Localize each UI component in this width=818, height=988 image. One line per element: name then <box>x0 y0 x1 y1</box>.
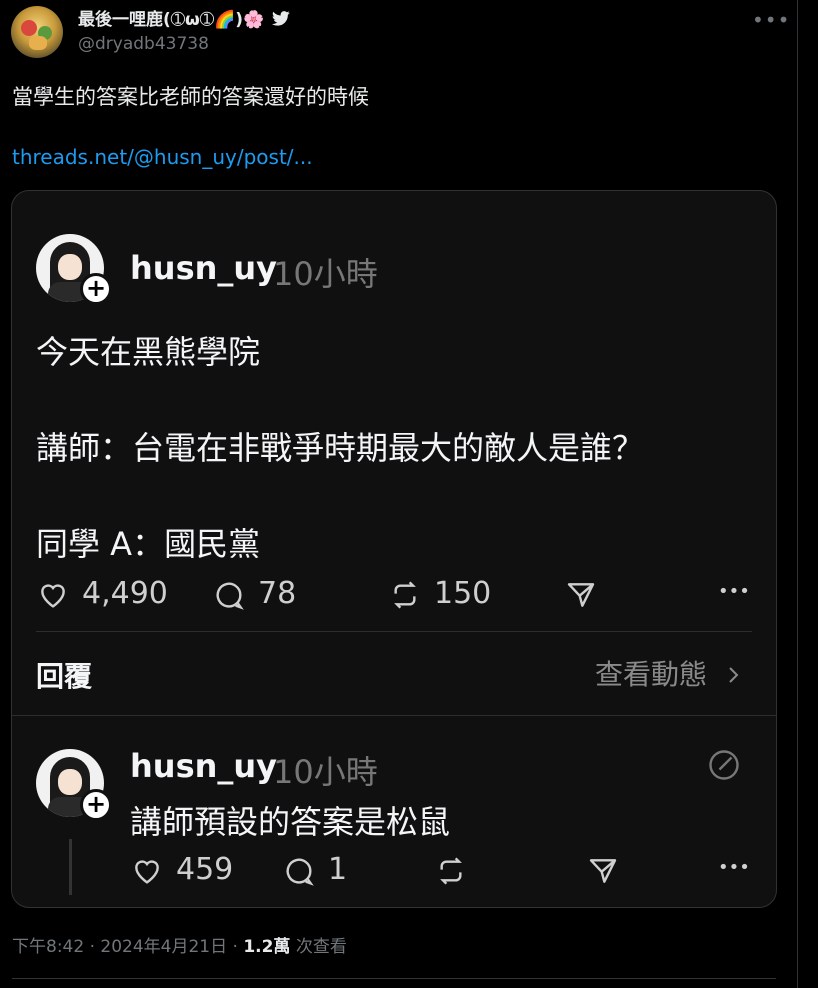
threads-embed-card[interactable]: + husn_uy 10小時 今天在黑熊學院 講師：台電在非戰爭時期最大的敵人是… <box>11 190 777 908</box>
footer-divider <box>12 978 776 979</box>
author-avatar[interactable] <box>11 6 63 58</box>
divider <box>36 631 752 632</box>
threads-username[interactable]: husn_uy <box>130 249 277 287</box>
repost-icon[interactable] <box>388 579 422 611</box>
timeline-border <box>797 0 798 988</box>
reply-comment-count: 1 <box>328 852 348 887</box>
reply-time: 10小時 <box>273 753 378 791</box>
reply-repost-icon[interactable] <box>434 855 468 887</box>
reply-more-button[interactable]: ••• <box>718 857 750 878</box>
section-separator <box>12 715 776 716</box>
tweet-timestamp[interactable]: 下午8:42 · 2024年4月21日 · <box>12 937 243 957</box>
twitter-bird-icon <box>272 11 290 26</box>
heart-icon[interactable] <box>36 579 70 611</box>
view-activity-label[interactable]: 查看動態 <box>595 658 707 691</box>
reply-comment-icon[interactable] <box>282 855 316 887</box>
reply-follow-plus-icon[interactable]: + <box>80 789 112 821</box>
comment-icon[interactable] <box>212 579 246 611</box>
post-line-1: 今天在黑熊學院 <box>36 333 261 371</box>
tweet-metadata: 下午8:42 · 2024年4月21日 · 1.2萬 次查看 <box>12 932 347 957</box>
reply-share-icon[interactable] <box>586 855 620 887</box>
follow-plus-icon[interactable]: + <box>80 273 112 305</box>
post-repost-count: 150 <box>434 576 492 611</box>
post-line-2: 講師：台電在非戰爭時期最大的敵人是誰？ <box>36 429 645 467</box>
reply-text: 講師預設的答案是松鼠 <box>130 803 451 841</box>
chevron-right-icon <box>729 667 739 683</box>
threads-post-time: 10小時 <box>273 255 378 293</box>
post-comment-count: 78 <box>258 576 297 611</box>
author-name-row[interactable]: 最後一哩鹿(➀ω➀🌈)🌸 <box>78 5 290 30</box>
tweet-link[interactable]: threads.net/@husn_uy/post/... <box>12 145 313 169</box>
reply-username[interactable]: husn_uy <box>130 747 277 785</box>
reply-label: 回覆 <box>36 660 93 693</box>
view-activity-link[interactable]: 查看動態 <box>595 653 742 693</box>
author-handle[interactable]: @dryadb43738 <box>78 34 209 54</box>
edited-icon <box>709 750 739 780</box>
author-name[interactable]: 最後一哩鹿(➀ω➀🌈)🌸 <box>78 10 264 30</box>
view-count: 1.2萬 <box>243 937 291 957</box>
post-more-button[interactable]: ••• <box>718 581 750 602</box>
more-options-button[interactable]: ••• <box>752 8 790 32</box>
view-count-label: 次查看 <box>290 937 347 957</box>
post-line-3: 同學 A：國民黨 <box>36 525 261 563</box>
share-icon[interactable] <box>564 579 598 611</box>
reply-heart-icon[interactable] <box>130 855 164 887</box>
tweet-text: 當學生的答案比老師的答案還好的時候 <box>12 85 369 109</box>
reply-like-count: 459 <box>176 852 234 887</box>
thread-connector-line <box>69 839 72 895</box>
post-like-count: 4,490 <box>82 576 168 611</box>
